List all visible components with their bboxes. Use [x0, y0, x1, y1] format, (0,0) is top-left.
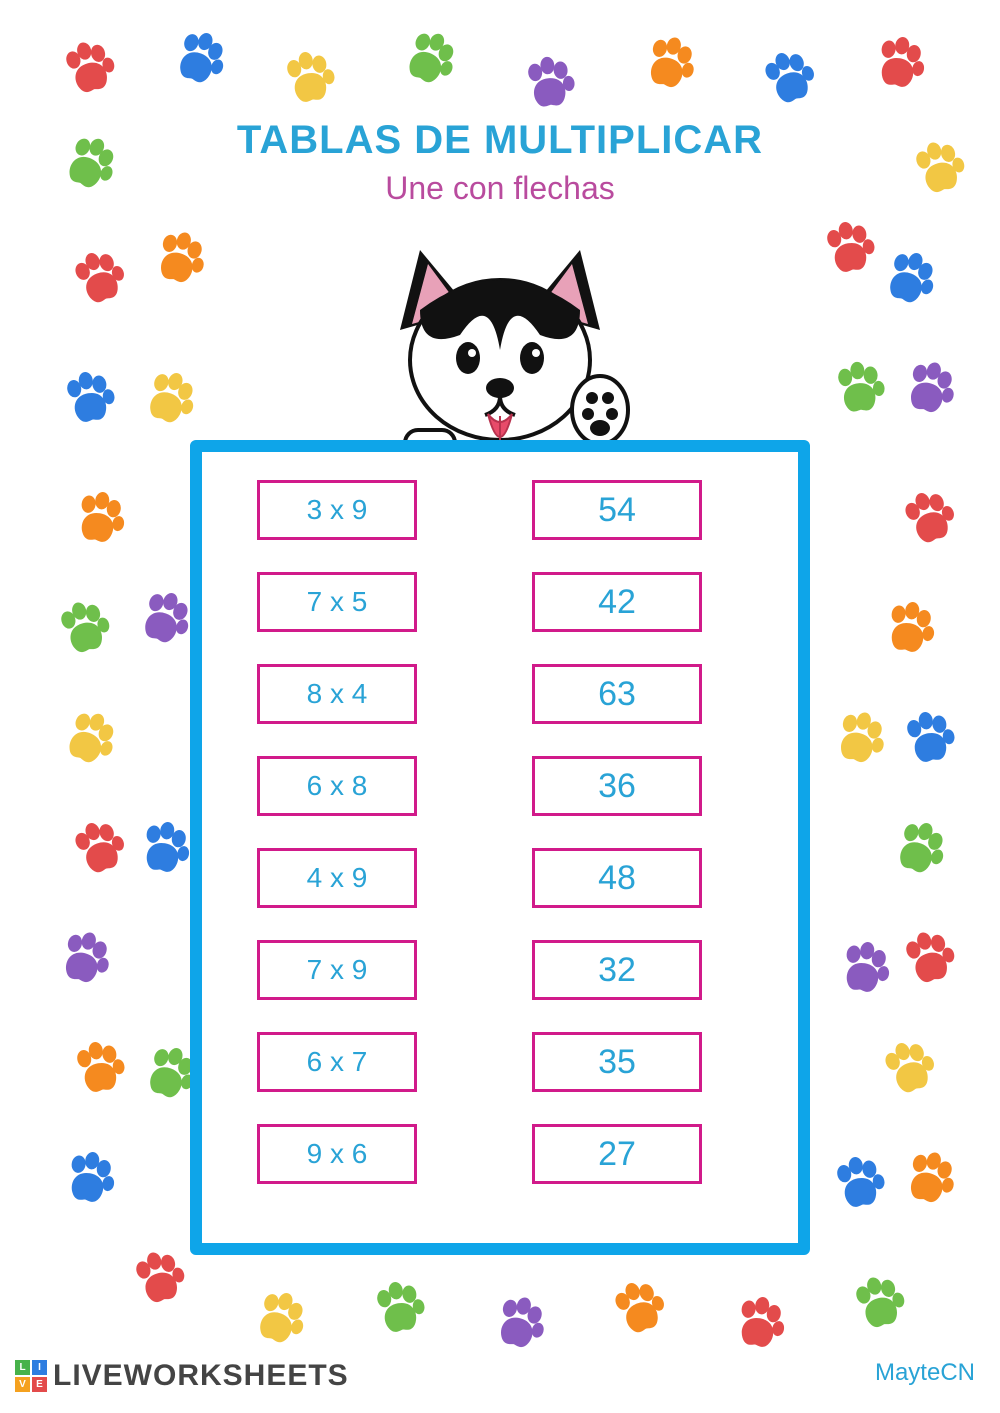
dog-illustration — [350, 230, 650, 460]
paw-icon — [892, 482, 966, 556]
paw-icon — [55, 1145, 122, 1212]
answer-box[interactable]: 32 — [532, 940, 702, 1000]
paw-icon — [143, 223, 214, 294]
paw-icon — [725, 1290, 792, 1357]
paw-icon — [602, 1272, 676, 1346]
answers-column: 54 42 63 36 48 32 35 27 — [532, 480, 702, 1184]
answer-box[interactable]: 48 — [532, 848, 702, 908]
answer-box[interactable]: 63 — [532, 664, 702, 724]
paw-icon — [843, 1268, 914, 1339]
paw-icon — [62, 242, 136, 316]
paw-icon — [275, 45, 342, 112]
paw-icon — [242, 1282, 316, 1356]
paw-icon — [823, 703, 894, 774]
question-box[interactable]: 6 x 7 — [257, 1032, 417, 1092]
paw-icon — [633, 28, 704, 99]
paw-icon — [893, 353, 964, 424]
paw-icon — [48, 593, 119, 664]
paw-icon — [55, 365, 122, 432]
question-box[interactable]: 6 x 8 — [257, 756, 417, 816]
answer-box[interactable]: 35 — [532, 1032, 702, 1092]
paw-icon — [162, 22, 236, 96]
answer-box[interactable]: 27 — [532, 1124, 702, 1184]
paw-icon — [130, 815, 197, 882]
questions-column: 3 x 9 7 x 5 8 x 4 6 x 8 4 x 9 7 x 9 6 x 7 9 x 6 — [257, 480, 417, 1184]
brand-logo: L I V E LIVEWORKSHEETS — [15, 1359, 349, 1393]
answer-box[interactable]: 36 — [532, 756, 702, 816]
paw-icon — [65, 1035, 132, 1102]
question-box[interactable]: 4 x 9 — [257, 848, 417, 908]
paw-icon — [50, 700, 127, 777]
page-title: TABLAS DE MULTIPLICAR — [0, 118, 1000, 163]
paw-icon — [752, 42, 826, 116]
brand-icon: L I V E — [15, 1360, 47, 1392]
paw-icon — [893, 1143, 964, 1214]
paw-icon — [875, 595, 942, 662]
paw-icon — [825, 1150, 892, 1217]
page-subtitle: Une con flechas — [0, 170, 1000, 207]
paw-icon — [132, 362, 206, 436]
paw-icon — [365, 1275, 432, 1342]
paw-icon — [893, 923, 964, 994]
paw-icon — [895, 705, 962, 772]
answer-box[interactable]: 42 — [532, 572, 702, 632]
worksheet-panel: 3 x 9 7 x 5 8 x 4 6 x 8 4 x 9 7 x 9 6 x 7 9 x 6… — [190, 440, 810, 1255]
paw-icon — [518, 53, 581, 116]
question-box[interactable]: 8 x 4 — [257, 664, 417, 724]
paw-icon — [123, 1243, 194, 1314]
paw-icon — [865, 30, 932, 97]
paw-icon — [872, 1032, 946, 1106]
question-box[interactable]: 3 x 9 — [257, 480, 417, 540]
paw-icon — [65, 485, 132, 552]
paw-icon — [48, 923, 119, 994]
answer-box[interactable]: 54 — [532, 480, 702, 540]
brand-text: LIVEWORKSHEETS — [53, 1359, 349, 1393]
paw-icon — [872, 242, 946, 316]
question-box[interactable]: 7 x 5 — [257, 572, 417, 632]
paw-icon — [815, 215, 882, 282]
paw-icon — [390, 20, 467, 97]
question-box[interactable]: 7 x 9 — [257, 940, 417, 1000]
paw-icon — [62, 812, 136, 886]
question-box[interactable]: 9 x 6 — [257, 1124, 417, 1184]
paw-icon — [830, 935, 897, 1002]
paw-icon — [53, 33, 124, 104]
paw-icon — [828, 358, 891, 421]
paw-icon — [483, 1288, 554, 1359]
author-label: MayteCN — [875, 1359, 975, 1387]
paw-icon — [882, 812, 956, 886]
